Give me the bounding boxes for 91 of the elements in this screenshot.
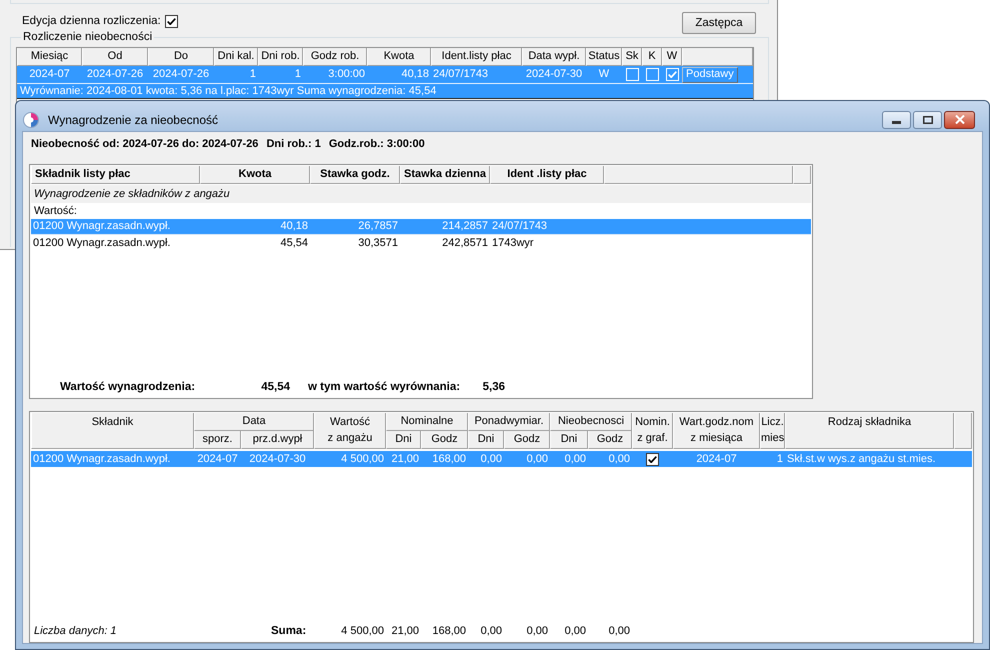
maximize-icon — [922, 116, 932, 124]
table-cell-text: 2024-07-30 — [524, 67, 584, 82]
record-count: Liczba danych: 1 — [33, 625, 118, 637]
table-cell-text: 1 — [776, 452, 784, 466]
checkbox[interactable] — [164, 14, 178, 28]
checkbox[interactable] — [646, 452, 659, 466]
table-cell-text: 1 — [248, 67, 257, 82]
table-cell-text: 2024-07 — [28, 67, 71, 82]
close-button[interactable] — [944, 110, 975, 128]
table-cell-text: 1 — [294, 67, 302, 82]
absence-summary: Nieobecność od: 2024-07-26 do: 2024-07-26 — [31, 138, 258, 150]
table-cell-text: W — [598, 67, 610, 82]
column-header[interactable]: Wartość z angażu — [314, 413, 386, 449]
table-cell-text: 01200 Wynagr.zasadn.wypł. — [32, 219, 172, 234]
sum-value: 0,00 — [480, 624, 503, 638]
column-header[interactable]: Składnik — [31, 413, 194, 449]
column-header[interactable]: Nomin. z graf. — [632, 413, 673, 449]
column-header[interactable]: Rodzaj składnika — [785, 413, 954, 449]
table-cell-text: 0,00 — [608, 452, 631, 466]
checkmark-icon — [668, 71, 676, 78]
column-header[interactable]: Wart.godz.nom z miesiąca — [673, 413, 760, 449]
table-cell-text: 2024-07 — [196, 452, 239, 466]
table-cell-text: 0,00 — [526, 452, 549, 466]
table-cell-text: 30,3571 — [357, 236, 399, 250]
minimize-icon — [892, 121, 901, 124]
maximize-button[interactable] — [913, 110, 942, 128]
table-cell-text: 21,00 — [390, 452, 420, 466]
column-header[interactable]: Dni — [550, 431, 588, 449]
group-label: Wartość: — [33, 204, 78, 219]
absence-summary: Dni rob.: 1 — [266, 138, 321, 150]
table-cell-text: 2024-07-26 — [86, 67, 144, 82]
column-header[interactable]: Stawka dzienna — [400, 166, 490, 184]
column-header[interactable]: Ident .listy płac — [490, 166, 604, 184]
column-header[interactable]: Data — [194, 413, 314, 431]
substitute-button[interactable]: Zastępca — [682, 12, 756, 34]
table-cell-text: 01200 Wynagr.zasadn.wypł. — [32, 452, 172, 466]
row-note: Wyrównanie: 2024-08-01 kwota: 5,36 na l.plac: 1743wyr Suma wynagrodzenia: 45,54 — [19, 84, 438, 98]
table-cell-text: 242,8571 — [441, 236, 489, 250]
checkmark-icon — [166, 18, 176, 24]
table-cell-text: 0,00 — [564, 452, 587, 466]
table-cell-text: 214,2857 — [441, 219, 489, 234]
table-cell-text: 2024-07-26 — [152, 67, 210, 82]
column-header[interactable]: Licz. mies — [760, 413, 785, 449]
column-header[interactable]: sporz. — [194, 431, 241, 449]
total-value: 45,54 — [260, 381, 290, 393]
column-header[interactable]: Dni — [468, 431, 504, 449]
column-header[interactable]: Godz — [504, 431, 550, 449]
checkmark-icon — [648, 456, 657, 462]
table-cell-text: 24/07/1743 — [491, 219, 548, 234]
table-cell-text: 40,18 — [279, 219, 309, 234]
sum-label: Suma: — [270, 625, 308, 637]
window-title: Wynagrodzenie za nieobecność — [48, 112, 218, 126]
sum-value: 0,00 — [564, 624, 587, 638]
column-header[interactable]: Nieobecnosci — [550, 413, 632, 431]
column-header[interactable]: Godz — [588, 431, 632, 449]
field-label: Edycja dzienna rozliczenia: — [22, 14, 161, 28]
empty-column-header — [954, 413, 972, 449]
column-header[interactable]: Składnik listy płac — [31, 166, 200, 184]
table-cell-text: 3:00:00 — [327, 67, 366, 82]
table-cell-text: 2024-07 — [695, 452, 738, 466]
absence-summary: Godz.rob.: 3:00:00 — [328, 138, 425, 150]
column-header[interactable]: Godz — [421, 431, 468, 449]
sum-value: 0,00 — [526, 624, 549, 638]
table-cell-text: 4 500,00 — [340, 452, 385, 466]
table-cell-text: 26,7857 — [357, 219, 399, 234]
sum-value: 4 500,00 — [340, 624, 385, 638]
table-cell-text: 01200 Wynagr.zasadn.wypł. — [32, 236, 172, 250]
table-cell-text: 1743wyr — [491, 236, 535, 250]
column-header[interactable]: Nominalne — [386, 413, 468, 431]
total-label: Wartość wynagrodzenia: — [60, 381, 196, 393]
table-cell-text: 168,00 — [431, 452, 467, 466]
table-cell-text: 2024-07-30 — [248, 452, 307, 466]
round-logo-icon — [23, 112, 39, 128]
minimize-button[interactable] — [882, 110, 911, 128]
table-cell-text: 40,18 — [400, 67, 430, 82]
group-row: Wynagrodzenie ze składników z angażu — [31, 185, 811, 203]
sum-value: 0,00 — [608, 624, 631, 638]
column-header[interactable]: Dni — [386, 431, 421, 449]
column-header[interactable]: prz.d.wypł — [241, 431, 314, 449]
total-value: 5,36 — [482, 381, 505, 393]
total-label: w tym wartość wyrównania: — [308, 381, 462, 393]
table-cell-text: 45,54 — [279, 236, 309, 250]
table-cell-text: 0,00 — [480, 452, 503, 466]
table-cell-text: 24/07/1743 — [432, 67, 490, 82]
column-header[interactable]: Kwota — [200, 166, 310, 184]
close-icon — [954, 115, 964, 124]
sum-value: 21,00 — [390, 624, 420, 638]
column-header[interactable]: Stawka godz. — [310, 166, 400, 184]
sum-value: 168,00 — [431, 624, 467, 638]
column-header[interactable]: Ponadwymiar. — [468, 413, 550, 431]
table-cell-text: Skł.st.w wys.z angażu st.mies. — [786, 452, 937, 466]
